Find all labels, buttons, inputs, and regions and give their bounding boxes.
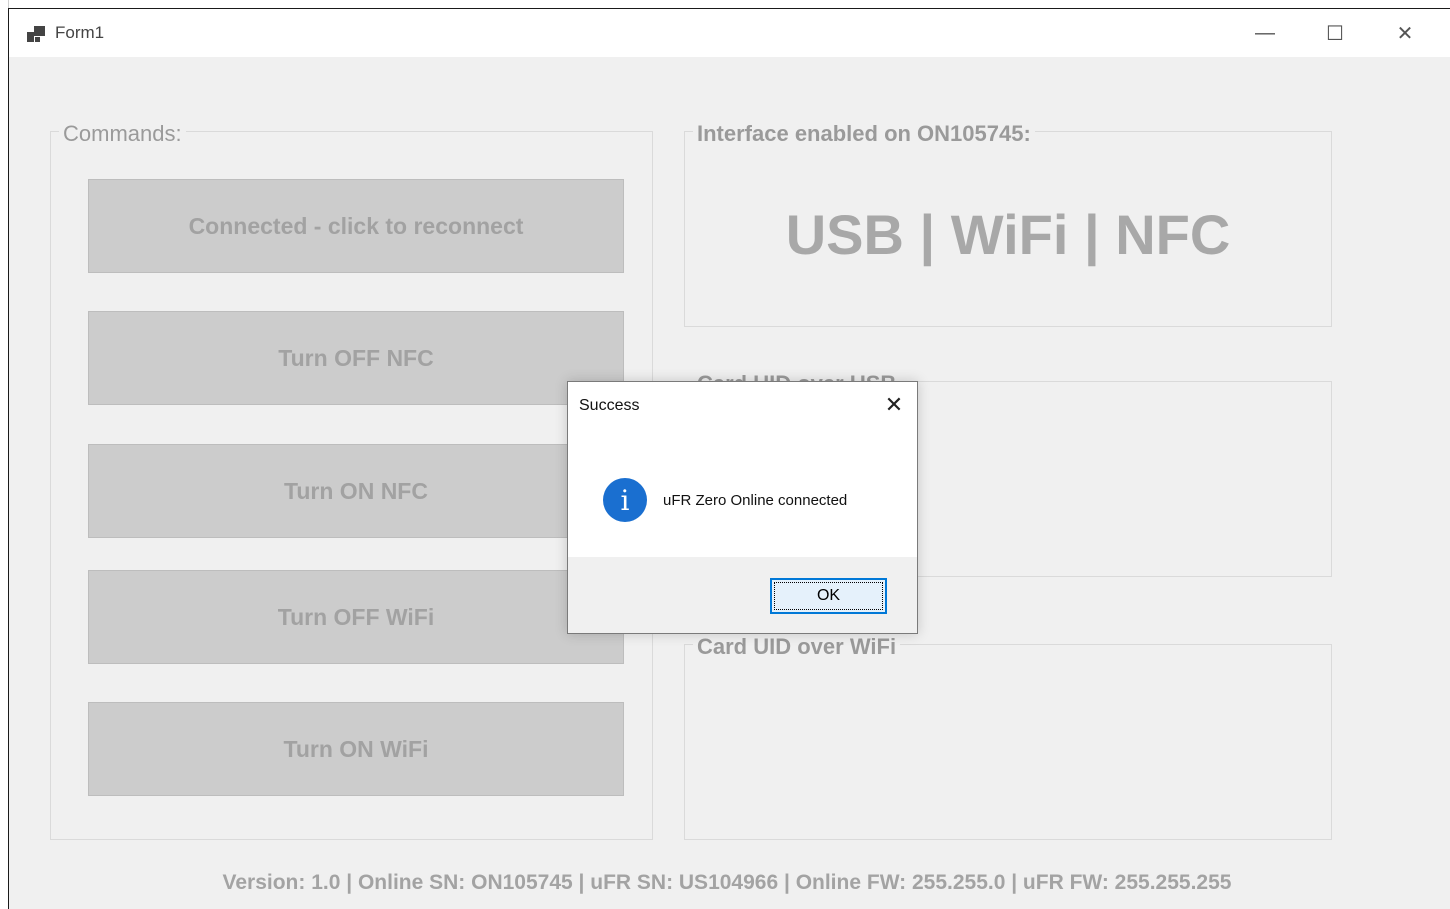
close-button[interactable]: ✕ [1370, 9, 1440, 57]
card-wifi-group-label: Card UID over WiFi [693, 634, 901, 660]
success-dialog: Success ✕ i uFR Zero Online connected OK [567, 381, 918, 634]
dialog-close-icon[interactable]: ✕ [879, 390, 909, 420]
commands-group-label: Commands: [59, 121, 186, 147]
turn-off-wifi-button[interactable]: Turn OFF WiFi [88, 570, 624, 664]
turn-on-nfc-button[interactable]: Turn ON NFC [88, 444, 624, 538]
dialog-button-bar: OK [568, 557, 917, 633]
app-icon [27, 26, 45, 42]
interface-group-label: Interface enabled on ON105745: [693, 121, 1035, 147]
reconnect-button[interactable]: Connected - click to reconnect [88, 179, 624, 273]
interface-group: USB | WiFi | NFC [684, 131, 1332, 327]
form-window: Form1 — ☐ ✕ Commands: Connected - click … [8, 8, 1450, 909]
turn-on-wifi-button[interactable]: Turn ON WiFi [88, 702, 624, 796]
info-icon: i [603, 478, 647, 522]
ok-button[interactable]: OK [770, 578, 887, 614]
dialog-message: uFR Zero Online connected [663, 492, 848, 509]
turn-off-nfc-button[interactable]: Turn OFF NFC [88, 311, 624, 405]
title-bar: Form1 — ☐ ✕ [9, 9, 1450, 57]
window-title: Form1 [55, 23, 105, 42]
minimize-button[interactable]: — [1230, 9, 1300, 57]
dialog-title: Success [579, 397, 640, 414]
card-wifi-group [684, 644, 1332, 840]
maximize-button[interactable]: ☐ [1300, 9, 1370, 57]
interface-value: USB | WiFi | NFC [785, 203, 1231, 266]
version-status-label: Version: 1.0 | Online SN: ON105745 | uFR… [222, 871, 1232, 894]
